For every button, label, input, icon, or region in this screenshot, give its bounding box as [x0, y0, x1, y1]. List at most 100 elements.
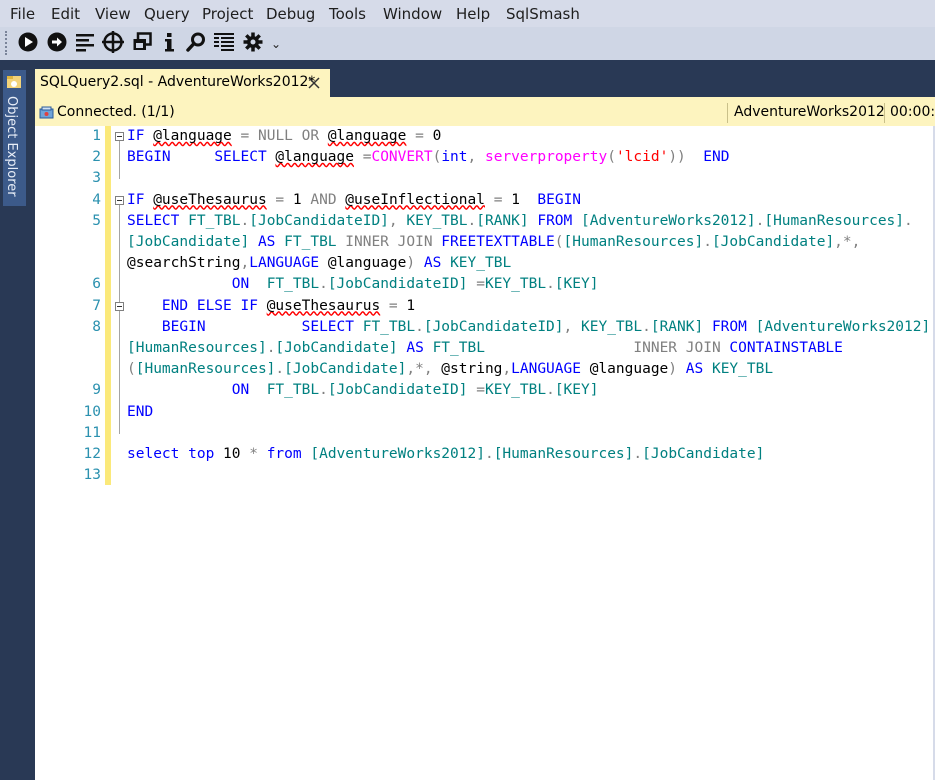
- code-token: KEY_TBL: [450, 255, 512, 272]
- code-line: ON FT_TBL.[JobCandidateID] =KEY_TBL.[KEY…: [127, 274, 599, 295]
- code-token: top: [188, 446, 224, 462]
- line-number: 10: [83, 403, 101, 420]
- document-tab-strip: SQLQuery2.sql - AdventureWorks2012*: [35, 60, 935, 97]
- code-token: .: [319, 382, 328, 399]
- info-icon[interactable]: [158, 31, 180, 53]
- code-token: [JobCandidateID]: [423, 318, 564, 335]
- document-tab[interactable]: SQLQuery2.sql - AdventureWorks2012*: [35, 69, 330, 97]
- menu-edit[interactable]: Edit: [51, 5, 80, 23]
- code-token: ,: [388, 212, 407, 229]
- code-token: (: [127, 361, 136, 378]
- code-editor[interactable]: 1 2 3 4 5 6 7 8 9 10 11 12 13 IF @language = NULL OR…: [35, 126, 933, 780]
- code-token: (: [432, 149, 442, 166]
- code-token: 1: [406, 297, 416, 314]
- code-token: OR: [292, 128, 328, 144]
- gear-icon[interactable]: [242, 31, 264, 53]
- code-token: [JobCandidate]: [127, 234, 258, 250]
- code-token: [KEY]: [554, 382, 599, 399]
- code-token: FT_TBL: [432, 340, 634, 356]
- code-token: ON: [127, 382, 267, 399]
- search-icon[interactable]: [185, 31, 207, 53]
- code-token: =: [406, 128, 433, 144]
- grid-icon[interactable]: [213, 31, 235, 53]
- code-token: 0: [432, 128, 442, 144]
- menu-sqlsmash[interactable]: SqlSmash: [506, 5, 580, 23]
- code-token: @searchString: [127, 255, 241, 272]
- code-token: @language: [589, 361, 669, 378]
- menu-project[interactable]: Project: [202, 5, 253, 23]
- code-token: =: [380, 297, 407, 314]
- target-icon[interactable]: [102, 31, 124, 53]
- code-token: AS: [406, 340, 433, 356]
- code-line: ON FT_TBL.[JobCandidateID] =KEY_TBL.[KEY…: [127, 380, 599, 401]
- code-token: =: [266, 191, 293, 208]
- code-token: KEY_TBL: [406, 212, 468, 229]
- code-token: .: [319, 276, 328, 293]
- menu-query[interactable]: Query: [144, 5, 190, 23]
- code-token: END: [703, 149, 730, 166]
- menu-tools[interactable]: Tools: [329, 5, 366, 23]
- code-token: from: [266, 446, 311, 462]
- code-token: [JobCandidateID]: [327, 276, 468, 293]
- code-token: FROM: [537, 212, 581, 229]
- code-token: @language: [327, 255, 407, 272]
- database-name: AdventureWorks2012: [734, 104, 885, 120]
- menu-debug[interactable]: Debug: [266, 5, 315, 23]
- code-token: ): [668, 361, 686, 378]
- object-explorer-label[interactable]: Object Explorer: [4, 96, 19, 202]
- fold-toggle-icon[interactable]: [115, 195, 124, 205]
- close-icon[interactable]: [308, 77, 320, 89]
- menu-file[interactable]: File: [10, 5, 35, 23]
- code-token: AS: [685, 361, 712, 378]
- code-line: SELECT FT_TBL.[JobCandidateID], KEY_TBL.…: [127, 211, 913, 232]
- toolbar: ⌄: [0, 27, 935, 60]
- code-token: @useThesaurus: [153, 191, 267, 208]
- fold-toggle-icon[interactable]: [115, 132, 124, 141]
- line-number: 13: [83, 467, 101, 484]
- menu-view[interactable]: View: [95, 5, 131, 23]
- code-line: select top 10 * from [AdventureWorks2012…: [127, 444, 764, 465]
- code-line: IF @useThesaurus = 1 AND @useInflectiona…: [127, 190, 581, 211]
- code-token: [KEY]: [554, 276, 599, 293]
- code-token: IF: [127, 191, 154, 208]
- line-number: 5: [92, 212, 101, 229]
- code-token: LANGUAGE: [249, 255, 328, 272]
- code-token: .: [633, 446, 643, 462]
- toolbar-grip[interactable]: [5, 31, 10, 55]
- object-explorer-icon: [7, 76, 21, 88]
- align-icon[interactable]: [74, 31, 96, 53]
- connection-icon: [39, 106, 54, 119]
- code-area[interactable]: IF @language = NULL OR @language = 0 BEGI…: [127, 126, 933, 780]
- line-number: 7: [92, 297, 101, 314]
- fold-guide: [119, 141, 120, 180]
- code-line: END: [127, 402, 153, 423]
- code-token: (: [607, 149, 616, 166]
- fold-toggle-icon[interactable]: [115, 301, 124, 311]
- outlining-margin: [111, 126, 127, 780]
- code-token: [JobCandidate]: [642, 446, 765, 462]
- code-token: .: [275, 361, 285, 378]
- code-line: BEGIN SELECT FT_TBL.[JobCandidateID], KE…: [127, 317, 930, 338]
- line-number: 8: [92, 318, 101, 335]
- code-token: BEGIN: [537, 191, 582, 208]
- code-token: FT_TBL: [284, 234, 346, 250]
- code-token: BEGIN: [127, 318, 302, 335]
- window-icon[interactable]: [131, 31, 153, 53]
- code-token: .: [484, 446, 494, 462]
- code-token: ,: [467, 149, 485, 166]
- status-separator: [884, 103, 885, 123]
- code-token: .: [642, 318, 651, 335]
- code-token: @useThesaurus: [266, 297, 381, 314]
- code-token: 1: [511, 191, 538, 208]
- menu-help[interactable]: Help: [456, 5, 490, 23]
- menu-window[interactable]: Window: [383, 5, 442, 23]
- code-token: FT_TBL: [266, 276, 320, 293]
- status-separator: [727, 103, 728, 123]
- code-token: @string: [441, 361, 503, 378]
- code-token: .: [415, 318, 424, 335]
- execute-icon[interactable]: [17, 31, 39, 53]
- next-icon[interactable]: [46, 31, 68, 53]
- toolbar-overflow-icon[interactable]: ⌄: [271, 37, 281, 51]
- code-token: INNER JOIN: [345, 234, 442, 250]
- fold-guide: [119, 204, 120, 307]
